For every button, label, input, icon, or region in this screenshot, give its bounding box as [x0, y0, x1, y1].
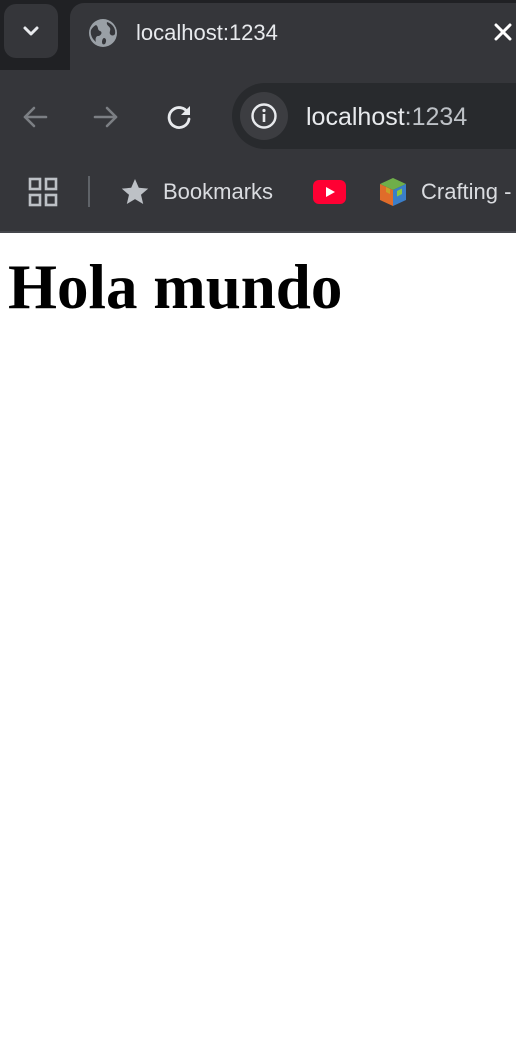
chevron-down-icon: [23, 26, 39, 36]
address-host: localhost: [306, 103, 405, 131]
bookmark-item-bookmarks[interactable]: Bookmarks: [120, 172, 273, 212]
address-port: :1234: [404, 103, 468, 131]
toolbar: localhost:1234: [0, 70, 516, 164]
tab-title: localhost:1234: [136, 20, 278, 45]
site-info-button[interactable]: [240, 92, 288, 140]
bookmark-label: Crafting -: [421, 179, 512, 204]
youtube-icon: [313, 180, 346, 204]
address-text[interactable]: localhost:1234: [306, 103, 467, 132]
tab-strip: localhost:1234: [0, 0, 516, 73]
arrow-left-icon[interactable]: [20, 102, 50, 132]
bookmarks-separator: [88, 176, 90, 207]
star-icon: [121, 179, 149, 204]
tab-search-button[interactable]: [4, 4, 58, 58]
bookmarks-bar: Bookmarks Crafting -: [0, 164, 516, 233]
page-content: Hola mundo: [0, 233, 516, 1058]
close-icon[interactable]: [492, 21, 514, 43]
address-bar[interactable]: localhost:1234: [232, 83, 516, 149]
bookmark-item-crafting[interactable]: Crafting -: [377, 172, 511, 212]
arrow-right-icon[interactable]: [91, 102, 121, 132]
bookmark-item-youtube[interactable]: [313, 172, 346, 212]
page-heading: Hola mundo: [8, 252, 343, 322]
bookmark-label: Bookmarks: [163, 179, 274, 204]
browser-window: localhost:1234 localhost:1234 Bookmarks …: [0, 0, 516, 1058]
tab-active[interactable]: localhost:1234: [70, 3, 516, 73]
globe-icon: [89, 19, 117, 47]
cube-icon: [380, 178, 406, 206]
reload-icon[interactable]: [164, 102, 194, 132]
info-icon: [251, 103, 277, 129]
apps-grid-icon[interactable]: [28, 177, 58, 207]
